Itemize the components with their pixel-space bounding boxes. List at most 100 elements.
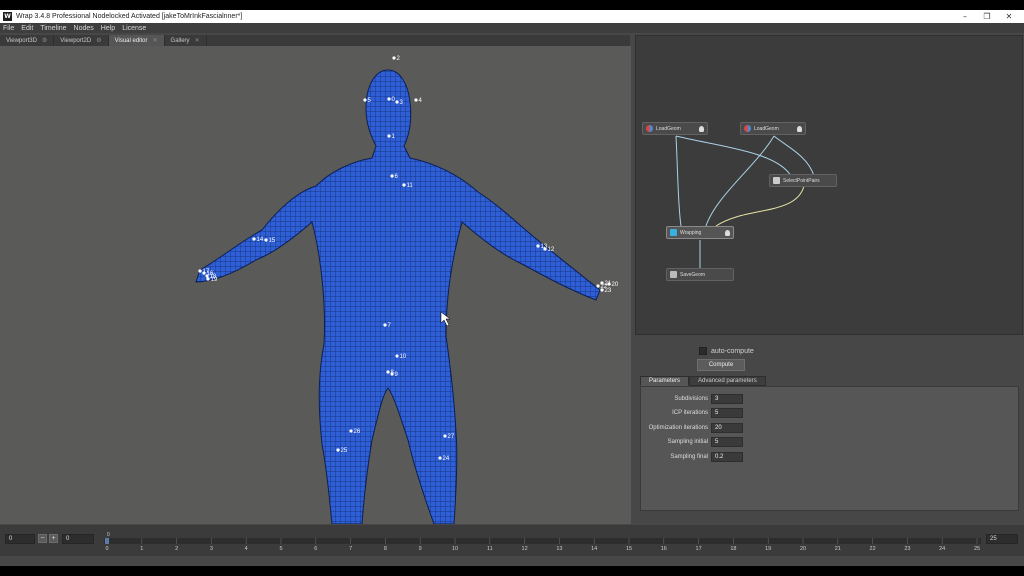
close-button[interactable]: ✕ [998,10,1020,23]
timeline-ruler[interactable]: 0 0 1 2 3 4 5 6 7 8 9 10 11 12 13 14 15 16 17 18 19 20 21 22 23… [104,531,981,551]
landmark-point[interactable] [438,456,442,460]
parameters-body: Subdivisions 3 ICP iterations 5 Optimiza… [640,386,1019,511]
timeline-tick-label: 6 [314,546,317,551]
landmark-point[interactable] [264,238,268,242]
timeline-tick-label: 23 [904,546,910,551]
timeline-tick-label: 3 [210,546,213,551]
body-mesh [195,69,601,524]
landmark-point[interactable] [386,370,390,374]
auto-compute-checkbox[interactable] [699,347,707,355]
close-icon[interactable]: ✕ [195,37,200,44]
mesh-render[interactable]: 2503416111415171618191312212022237108926… [0,46,631,524]
landmark-point[interactable] [349,429,353,433]
param-label: Sampling initial [667,439,708,445]
close-icon[interactable]: ✕ [153,37,158,44]
tab-gallery[interactable]: Gallery ✕ [164,35,207,46]
landmark-point[interactable] [392,56,396,60]
param-row-sampling-final: Sampling final 0.2 [641,452,1020,463]
sampling-final-input[interactable]: 0.2 [711,452,743,462]
timeline-tick-label: 21 [835,546,841,551]
timeline-tick-label: 16 [661,546,667,551]
landmark-point[interactable] [402,183,406,187]
landmark-point[interactable] [202,271,206,275]
param-label: Sampling final [670,454,708,460]
landmark-point[interactable] [395,100,399,104]
timeline-bar: 0 − + 0 0 0 1 2 3 4 5 6 7 8 9 10 11 12 13 14 15 16 17 18 19… [0,525,1024,556]
landmark-point[interactable] [205,274,209,278]
landmark-point[interactable] [206,277,210,281]
landmark-point[interactable] [390,174,394,178]
node-selectpointpairs[interactable]: SelectPointPairs [769,174,837,187]
landmark-point[interactable] [596,284,600,288]
timeline-tick-label: 22 [870,546,876,551]
timeline-tick-label: 9 [419,546,422,551]
landmark-point[interactable] [607,282,611,286]
node-loadgeom-1[interactable]: LoadGeom [642,122,708,135]
maximize-button[interactable]: ❐ [976,10,998,23]
icp-iterations-input[interactable]: 5 [711,408,743,418]
menu-help[interactable]: Help [101,25,115,32]
minimize-button[interactable]: – [954,10,976,23]
timeline-tick-label: 17 [696,546,702,551]
landmark-point[interactable] [600,288,604,292]
landmark-point[interactable] [390,372,394,376]
optimization-iterations-input[interactable]: 20 [711,423,743,433]
timeline-track[interactable] [104,538,981,544]
param-label: Optimization iterations [648,425,708,431]
close-icon[interactable]: ⚙ [96,37,101,44]
landmark-label: 20 [612,282,619,288]
menu-license[interactable]: License [122,25,146,32]
visibility-bulb-icon[interactable] [699,126,704,132]
node-savegeom[interactable]: SaveGeom [666,268,734,281]
visibility-bulb-icon[interactable] [725,230,730,236]
landmark-point[interactable] [395,354,399,358]
menu-timeline[interactable]: Timeline [40,25,66,32]
landmark-point[interactable] [336,448,340,452]
visibility-bulb-icon[interactable] [797,126,802,132]
landmark-label: 11 [407,183,414,189]
menu-nodes[interactable]: Nodes [74,25,94,32]
viewport-3d[interactable]: 2503416111415171618191312212022237108926… [0,46,631,524]
landmark-label: 26 [354,429,361,435]
landmark-point[interactable] [414,98,418,102]
landmark-point[interactable] [387,134,391,138]
menu-file[interactable]: File [3,25,14,32]
geometry-icon [744,125,751,132]
tab-advanced-parameters[interactable]: Advanced parameters [689,376,766,386]
timeline-tick-label: 4 [245,546,248,551]
node-loadgeom-2[interactable]: LoadGeom [740,122,806,135]
tab-parameters[interactable]: Parameters [640,376,690,386]
landmark-point[interactable] [543,247,547,251]
tab-viewport2d[interactable]: Viewport2D ⚙ [54,35,109,46]
timeline-tick-label: 13 [556,546,562,551]
landmark-point[interactable] [383,323,387,327]
timeline-tick-label: 5 [279,546,282,551]
landmark-point[interactable] [443,434,447,438]
landmark-point[interactable] [387,97,391,101]
subdivisions-input[interactable]: 3 [711,394,743,404]
landmark-point[interactable] [198,269,202,273]
landmark-label: 23 [605,288,612,294]
end-frame-field[interactable]: 25 [986,534,1018,544]
sampling-initial-input[interactable]: 5 [711,437,743,447]
timeline-tick-label: 1 [140,546,143,551]
frame-plus-button[interactable]: + [49,534,58,543]
current-frame-field[interactable]: 0 [5,534,35,544]
landmark-point[interactable] [536,244,540,248]
landmark-point[interactable] [363,98,367,102]
tab-visual-editor[interactable]: Visual editor ✕ [108,35,165,46]
timeline-tick-label: 12 [522,546,528,551]
landmark-point[interactable] [252,237,256,241]
node-editor[interactable]: LoadGeom LoadGeom SelectPointPairs Wrapp… [635,35,1023,335]
start-frame-field[interactable]: 0 [62,534,94,544]
wrap-icon [670,229,677,236]
node-wrapping[interactable]: Wrapping [666,226,734,239]
close-icon[interactable]: ⚙ [42,37,47,44]
timeline-tick-label: 7 [349,546,352,551]
menu-edit[interactable]: Edit [21,25,33,32]
node-label: SelectPointPairs [783,177,820,184]
tab-viewport3d[interactable]: Viewport3D ⚙ [0,35,55,46]
frame-minus-button[interactable]: − [38,534,47,543]
param-row-optimization-iterations: Optimization iterations 20 [641,423,1020,434]
compute-button[interactable]: Compute [697,359,745,371]
